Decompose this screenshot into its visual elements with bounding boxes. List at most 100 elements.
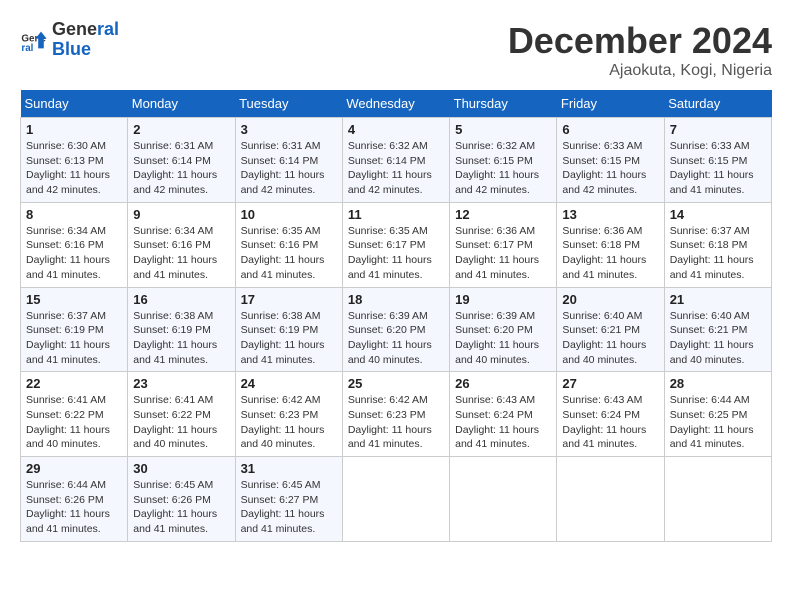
cell-text: Sunrise: 6:32 AMSunset: 6:14 PMDaylight:… xyxy=(348,139,444,198)
day-number: 1 xyxy=(26,122,122,137)
cell-text: Sunrise: 6:30 AMSunset: 6:13 PMDaylight:… xyxy=(26,139,122,198)
cell-text: Sunrise: 6:40 AMSunset: 6:21 PMDaylight:… xyxy=(562,309,658,368)
cell-text: Sunrise: 6:38 AMSunset: 6:19 PMDaylight:… xyxy=(133,309,229,368)
cell-text: Sunrise: 6:31 AMSunset: 6:14 PMDaylight:… xyxy=(241,139,337,198)
calendar-cell: 17 Sunrise: 6:38 AMSunset: 6:19 PMDayligh… xyxy=(235,287,342,372)
calendar-cell: 3 Sunrise: 6:31 AMSunset: 6:14 PMDaylight… xyxy=(235,118,342,203)
calendar-cell: 27Sunrise: 6:43 AMSunset: 6:24 PMDayligh… xyxy=(557,372,664,457)
cell-text: Sunrise: 6:34 AMSunset: 6:16 PMDaylight:… xyxy=(133,224,229,283)
day-number: 28 xyxy=(670,376,766,391)
day-number: 25 xyxy=(348,376,444,391)
day-number: 17 xyxy=(241,292,337,307)
calendar-cell: 22 Sunrise: 6:41 AMSunset: 6:22 PMDayligh… xyxy=(21,372,128,457)
day-number: 18 xyxy=(348,292,444,307)
calendar-cell xyxy=(557,457,664,542)
calendar-cell: 11 Sunrise: 6:35 AMSunset: 6:17 PMDayligh… xyxy=(342,202,449,287)
cell-text: Sunrise: 6:42 AMSunset: 6:23 PMDaylight:… xyxy=(241,393,337,452)
location: Ajaokuta, Kogi, Nigeria xyxy=(508,62,772,80)
calendar-cell: 23 Sunrise: 6:41 AMSunset: 6:22 PMDayligh… xyxy=(128,372,235,457)
calendar-week-row: 1 Sunrise: 6:30 AMSunset: 6:13 PMDaylight… xyxy=(21,118,772,203)
svg-text:ral: ral xyxy=(21,43,33,54)
calendar-cell: 2 Sunrise: 6:31 AMSunset: 6:14 PMDaylight… xyxy=(128,118,235,203)
day-number: 14 xyxy=(670,207,766,222)
day-number: 4 xyxy=(348,122,444,137)
weekday-header: Tuesday xyxy=(235,90,342,118)
cell-text: Sunrise: 6:37 AMSunset: 6:19 PMDaylight:… xyxy=(26,309,122,368)
logo-icon: Gene ral xyxy=(20,26,48,54)
cell-text: Sunrise: 6:40 AMSunset: 6:21 PMDaylight:… xyxy=(670,309,766,368)
calendar-cell: 28 Sunrise: 6:44 AMSunset: 6:25 PMDayligh… xyxy=(664,372,771,457)
day-number: 26 xyxy=(455,376,551,391)
calendar-cell: 12Sunrise: 6:36 AMSunset: 6:17 PMDayligh… xyxy=(450,202,557,287)
title-block: December 2024 Ajaokuta, Kogi, Nigeria xyxy=(508,20,772,80)
day-number: 7 xyxy=(670,122,766,137)
calendar-cell: 13Sunrise: 6:36 AMSunset: 6:18 PMDayligh… xyxy=(557,202,664,287)
calendar-cell: 9 Sunrise: 6:34 AMSunset: 6:16 PMDaylight… xyxy=(128,202,235,287)
calendar-cell: 16Sunrise: 6:38 AMSunset: 6:19 PMDayligh… xyxy=(128,287,235,372)
calendar-cell xyxy=(450,457,557,542)
cell-text: Sunrise: 6:45 AMSunset: 6:26 PMDaylight:… xyxy=(133,478,229,537)
logo: Gene ral General Blue xyxy=(20,20,119,60)
calendar-week-row: 22 Sunrise: 6:41 AMSunset: 6:22 PMDayligh… xyxy=(21,372,772,457)
calendar-cell: 6Sunrise: 6:33 AMSunset: 6:15 PMDaylight… xyxy=(557,118,664,203)
calendar-cell: 21 Sunrise: 6:40 AMSunset: 6:21 PMDayligh… xyxy=(664,287,771,372)
calendar-table: SundayMondayTuesdayWednesdayThursdayFrid… xyxy=(20,90,772,542)
calendar-cell: 20Sunrise: 6:40 AMSunset: 6:21 PMDayligh… xyxy=(557,287,664,372)
day-number: 3 xyxy=(241,122,337,137)
cell-text: Sunrise: 6:39 AMSunset: 6:20 PMDaylight:… xyxy=(348,309,444,368)
calendar-cell: 8 Sunrise: 6:34 AMSunset: 6:16 PMDaylight… xyxy=(21,202,128,287)
day-number: 24 xyxy=(241,376,337,391)
day-number: 11 xyxy=(348,207,444,222)
day-number: 29 xyxy=(26,461,122,476)
day-number: 27 xyxy=(562,376,658,391)
weekday-header: Friday xyxy=(557,90,664,118)
cell-text: Sunrise: 6:42 AMSunset: 6:23 PMDaylight:… xyxy=(348,393,444,452)
cell-text: Sunrise: 6:34 AMSunset: 6:16 PMDaylight:… xyxy=(26,224,122,283)
logo-text: General Blue xyxy=(52,20,119,60)
cell-text: Sunrise: 6:43 AMSunset: 6:24 PMDaylight:… xyxy=(455,393,551,452)
day-number: 12 xyxy=(455,207,551,222)
cell-text: Sunrise: 6:35 AMSunset: 6:17 PMDaylight:… xyxy=(348,224,444,283)
cell-text: Sunrise: 6:44 AMSunset: 6:25 PMDaylight:… xyxy=(670,393,766,452)
weekday-header: Thursday xyxy=(450,90,557,118)
calendar-cell: 15 Sunrise: 6:37 AMSunset: 6:19 PMDayligh… xyxy=(21,287,128,372)
cell-text: Sunrise: 6:41 AMSunset: 6:22 PMDaylight:… xyxy=(26,393,122,452)
day-number: 2 xyxy=(133,122,229,137)
calendar-cell: 14Sunrise: 6:37 AMSunset: 6:18 PMDayligh… xyxy=(664,202,771,287)
cell-text: Sunrise: 6:33 AMSunset: 6:15 PMDaylight:… xyxy=(670,139,766,198)
cell-text: Sunrise: 6:32 AMSunset: 6:15 PMDaylight:… xyxy=(455,139,551,198)
calendar-cell xyxy=(342,457,449,542)
page-header: Gene ral General Blue December 2024 Ajao… xyxy=(20,20,772,80)
calendar-cell: 29 Sunrise: 6:44 AMSunset: 6:26 PMDayligh… xyxy=(21,457,128,542)
calendar-cell: 1 Sunrise: 6:30 AMSunset: 6:13 PMDaylight… xyxy=(21,118,128,203)
day-number: 13 xyxy=(562,207,658,222)
calendar-week-row: 29 Sunrise: 6:44 AMSunset: 6:26 PMDayligh… xyxy=(21,457,772,542)
cell-text: Sunrise: 6:44 AMSunset: 6:26 PMDaylight:… xyxy=(26,478,122,537)
calendar-cell: 7 Sunrise: 6:33 AMSunset: 6:15 PMDaylight… xyxy=(664,118,771,203)
day-number: 19 xyxy=(455,292,551,307)
day-number: 23 xyxy=(133,376,229,391)
day-number: 22 xyxy=(26,376,122,391)
cell-text: Sunrise: 6:38 AMSunset: 6:19 PMDaylight:… xyxy=(241,309,337,368)
cell-text: Sunrise: 6:35 AMSunset: 6:16 PMDaylight:… xyxy=(241,224,337,283)
day-number: 9 xyxy=(133,207,229,222)
calendar-cell: 30Sunrise: 6:45 AMSunset: 6:26 PMDayligh… xyxy=(128,457,235,542)
weekday-header: Saturday xyxy=(664,90,771,118)
calendar-cell: 18 Sunrise: 6:39 AMSunset: 6:20 PMDayligh… xyxy=(342,287,449,372)
cell-text: Sunrise: 6:31 AMSunset: 6:14 PMDaylight:… xyxy=(133,139,229,198)
day-number: 8 xyxy=(26,207,122,222)
cell-text: Sunrise: 6:41 AMSunset: 6:22 PMDaylight:… xyxy=(133,393,229,452)
cell-text: Sunrise: 6:45 AMSunset: 6:27 PMDaylight:… xyxy=(241,478,337,537)
day-number: 15 xyxy=(26,292,122,307)
calendar-cell: 5Sunrise: 6:32 AMSunset: 6:15 PMDaylight… xyxy=(450,118,557,203)
weekday-header: Monday xyxy=(128,90,235,118)
calendar-cell: 4 Sunrise: 6:32 AMSunset: 6:14 PMDaylight… xyxy=(342,118,449,203)
calendar-cell xyxy=(664,457,771,542)
day-number: 10 xyxy=(241,207,337,222)
cell-text: Sunrise: 6:33 AMSunset: 6:15 PMDaylight:… xyxy=(562,139,658,198)
day-number: 21 xyxy=(670,292,766,307)
weekday-header-row: SundayMondayTuesdayWednesdayThursdayFrid… xyxy=(21,90,772,118)
cell-text: Sunrise: 6:39 AMSunset: 6:20 PMDaylight:… xyxy=(455,309,551,368)
calendar-cell: 26 Sunrise: 6:43 AMSunset: 6:24 PMDayligh… xyxy=(450,372,557,457)
weekday-header: Wednesday xyxy=(342,90,449,118)
